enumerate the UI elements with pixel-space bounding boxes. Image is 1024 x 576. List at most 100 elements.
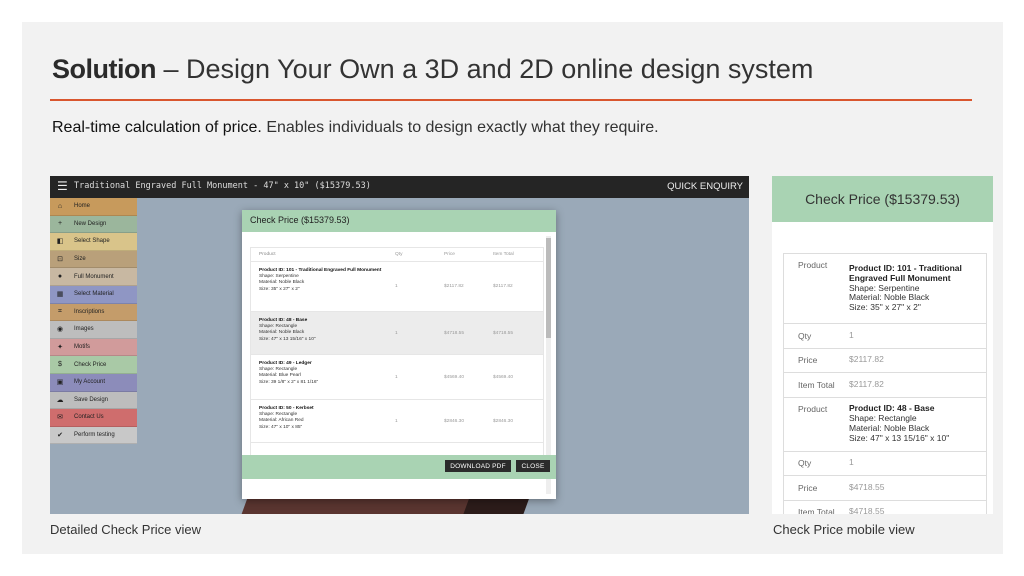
qty-cell: 1 xyxy=(395,284,398,289)
sidebar-item-select-shape[interactable]: ◧ Select Shape xyxy=(50,233,137,251)
sidebar-item-images[interactable]: ◉ Images xyxy=(50,321,137,339)
caption-desktop: Detailed Check Price view xyxy=(50,522,202,537)
subtitle-lead: Real-time calculation of price. xyxy=(52,119,262,136)
download-pdf-button[interactable]: DOWNLOAD PDF xyxy=(445,460,511,472)
mobile-label-qty: Qty xyxy=(798,458,812,469)
product-size: Size: 47" x 13 15/16" x 10" xyxy=(259,336,316,342)
sidebar-item-label: Check Price xyxy=(74,361,107,368)
check-price-modal: Check Price ($15379.53) Product Qty Pric… xyxy=(242,210,556,499)
mobile-price-row: Price $4718.55 xyxy=(784,476,986,501)
mobile-item-total-value: $2117.82 xyxy=(849,378,884,389)
mobile-label-price: Price xyxy=(798,482,818,493)
mobile-label-product: Product xyxy=(798,403,828,414)
price-cell: $4718.55 xyxy=(444,330,465,336)
mobile-label-qty: Qty xyxy=(798,330,812,341)
modal-title: Check Price ($15379.53) xyxy=(250,215,350,225)
menu-icon[interactable]: ☰ xyxy=(57,179,68,193)
sidebar-icon: ◉ xyxy=(56,326,64,334)
app-title: Traditional Engraved Full Monument - 47"… xyxy=(74,181,371,191)
header-price: Price xyxy=(444,252,455,257)
product-cell: Product ID: 49 - Ledger Shape: Rectangle M… xyxy=(251,355,395,399)
sidebar-icon: ☁ xyxy=(56,396,64,404)
slide-title: Solution – Design Your Own a 3D and 2D o… xyxy=(52,54,813,85)
sidebar-item-new-design[interactable]: + New Design xyxy=(50,215,137,234)
mobile-item-total-row: Item Total $4718.55 xyxy=(784,501,986,514)
product-cell: Product ID: 48 - Base Shape: Rectangle Mat… xyxy=(251,312,395,354)
mobile-title: Check Price ($15379.53) xyxy=(772,176,993,222)
slide-title-bold: Solution xyxy=(52,54,156,84)
qty-cell: 1 xyxy=(395,418,398,424)
mobile-product-name: Product ID: 101 - Traditional Engraved F… xyxy=(849,263,962,283)
sidebar-item-home[interactable]: ⌂ Home xyxy=(50,198,137,216)
mobile-label-product: Product xyxy=(798,260,828,270)
product-cell: Product ID: 50 - Kerbset Shape: Rectangle… xyxy=(251,400,395,442)
sidebar-item-size[interactable]: ⊡ Size xyxy=(50,250,137,269)
item-total-cell: $4718.55 xyxy=(493,330,514,336)
product-cell: Product ID: 101 - Traditional Engraved F… xyxy=(251,262,395,311)
table-row: Product ID: 48 - Base Shape: Rectangle Mat… xyxy=(251,312,543,355)
sidebar-item-select-material[interactable]: ▦ Select Material xyxy=(50,285,137,304)
sidebar-icon: ◧ xyxy=(56,238,64,246)
price-table: Product Qty Price Item Total Product ID:… xyxy=(250,247,544,457)
sidebar-icon: ✦ xyxy=(57,344,63,352)
sidebar-item-full-monument[interactable]: ● Full Monument xyxy=(50,268,137,286)
slide: Solution – Design Your Own a 3D and 2D o… xyxy=(22,22,1003,554)
sidebar-item-label: Size xyxy=(74,256,86,263)
sidebar-item-label: Save Design xyxy=(74,396,109,403)
mobile-product-size: Size: 35" x 27" x 2" xyxy=(849,302,921,313)
qty-cell: 1 xyxy=(395,330,398,336)
app-top-bar: ☰ Traditional Engraved Full Monument - 4… xyxy=(50,176,749,198)
sidebar-icon: ⌗ xyxy=(58,307,62,315)
mobile-label-item-total: Item Total xyxy=(798,379,835,390)
sidebar-item-label: Select Material xyxy=(74,291,114,298)
header-product: Product xyxy=(259,252,276,257)
mobile-product-value: Product ID: 48 - Base Shape: Rectangle Mat… xyxy=(849,398,986,449)
mobile-qty-value: 1 xyxy=(849,329,854,340)
mobile-qty-row: Qty 1 xyxy=(784,452,986,476)
sidebar-item-save-design[interactable]: ☁ Save Design xyxy=(50,391,137,410)
subtitle-rest: Enables individuals to design exactly wh… xyxy=(261,119,659,136)
item-total-cell: $4569.40 xyxy=(493,374,514,380)
sidebar-icon: ▦ xyxy=(56,291,64,299)
sidebar-item-label: Inscriptions xyxy=(74,308,105,315)
scrollbar-thumb[interactable] xyxy=(546,238,551,338)
title-divider xyxy=(50,99,972,101)
modal-header: Check Price ($15379.53) xyxy=(242,210,556,232)
mobile-item-total-value: $4718.55 xyxy=(849,506,885,514)
mobile-product-size: Size: 47" x 13 15/16" x 10" xyxy=(849,432,950,443)
table-header-row: Product Qty Price Item Total xyxy=(251,248,543,262)
sidebar-icon: ● xyxy=(57,273,63,281)
item-total-cell: $2117.82 xyxy=(493,284,513,289)
price-cell: $2117.82 xyxy=(444,284,464,289)
sidebar-item-label: Full Monument xyxy=(74,273,114,280)
slide-title-rest: – Design Your Own a 3D and 2D online des… xyxy=(155,54,814,84)
sidebar-item-check-price[interactable]: $ Check Price xyxy=(50,356,137,374)
caption-mobile: Check Price mobile view xyxy=(773,522,915,537)
close-button[interactable]: CLOSE xyxy=(516,460,550,472)
qty-cell: 1 xyxy=(395,374,398,380)
sidebar-item-inscriptions[interactable]: ⌗ Inscriptions xyxy=(50,303,137,322)
product-size: Size: 47" x 10" x 85" xyxy=(259,424,303,430)
sidebar-item-label: New Design xyxy=(74,220,107,227)
sidebar-icon: + xyxy=(57,220,63,228)
sidebar-item-motifs[interactable]: ✦ Motifs xyxy=(50,338,137,357)
app-sidebar: ⌂ Home + New Design ◧ Select Shape ⊡ Size ● Full … xyxy=(50,198,137,445)
header-qty: Qty xyxy=(395,252,403,257)
sidebar-item-contact-us[interactable]: ✉ Contact Us xyxy=(50,409,137,427)
sidebar-item-perform-testing[interactable]: ✔ Perform testing xyxy=(50,426,137,445)
mobile-qty-row: Qty 1 xyxy=(784,324,986,349)
mobile-price-table: Product Product ID: 101 - Traditional Eng… xyxy=(783,253,987,514)
sidebar-item-label: Home xyxy=(74,203,91,210)
sidebar-item-label: Motifs xyxy=(74,344,91,351)
mobile-product-value: Product ID: 101 - Traditional Engraved F… xyxy=(849,258,986,319)
sidebar-icon: $ xyxy=(58,361,62,369)
mobile-product-row: Product Product ID: 101 - Traditional Eng… xyxy=(784,254,986,324)
sidebar-icon: ✔ xyxy=(57,432,63,440)
mobile-product-row: Product Product ID: 48 - Base Shape: Recta… xyxy=(784,398,986,452)
mobile-label-price: Price xyxy=(798,355,818,366)
sidebar-item-my-account[interactable]: ▣ My Account xyxy=(50,373,137,392)
sidebar-icon: ⌂ xyxy=(57,202,63,210)
sidebar-icon: ✉ xyxy=(57,414,63,422)
quick-enquiry-button[interactable]: QUICK ENQUIRY xyxy=(667,181,743,192)
sidebar-item-label: Contact Us xyxy=(74,414,104,421)
